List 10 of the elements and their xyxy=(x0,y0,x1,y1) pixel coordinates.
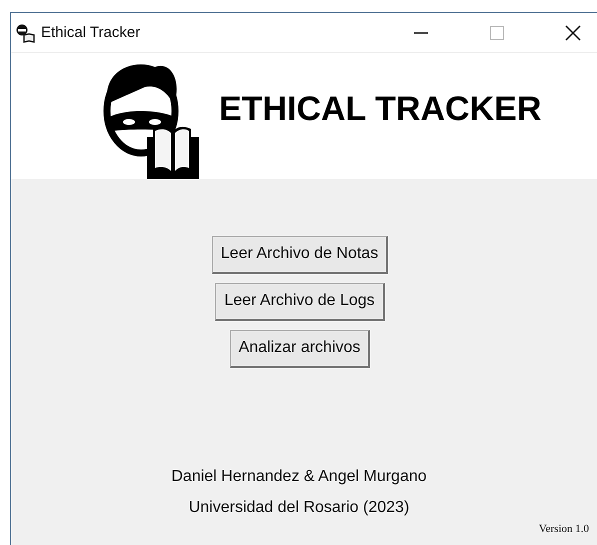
action-button[interactable]: Analizar archivos xyxy=(230,330,370,368)
window-title: Ethical Tracker xyxy=(41,24,140,41)
version-label: Version 1.0 xyxy=(538,523,589,535)
app-title: ETHICAL TRACKER xyxy=(219,90,542,128)
action-button[interactable]: Leer Archivo de Notas xyxy=(212,236,388,274)
credit-text: Universidad del Rosario (2023) xyxy=(188,499,410,517)
action-button[interactable]: Leer Archivo de Logs xyxy=(215,283,385,321)
close-icon[interactable] xyxy=(563,22,583,42)
reader-icon xyxy=(15,22,35,42)
credit-text: Daniel Hernandez & Angel Murgano xyxy=(171,468,427,486)
